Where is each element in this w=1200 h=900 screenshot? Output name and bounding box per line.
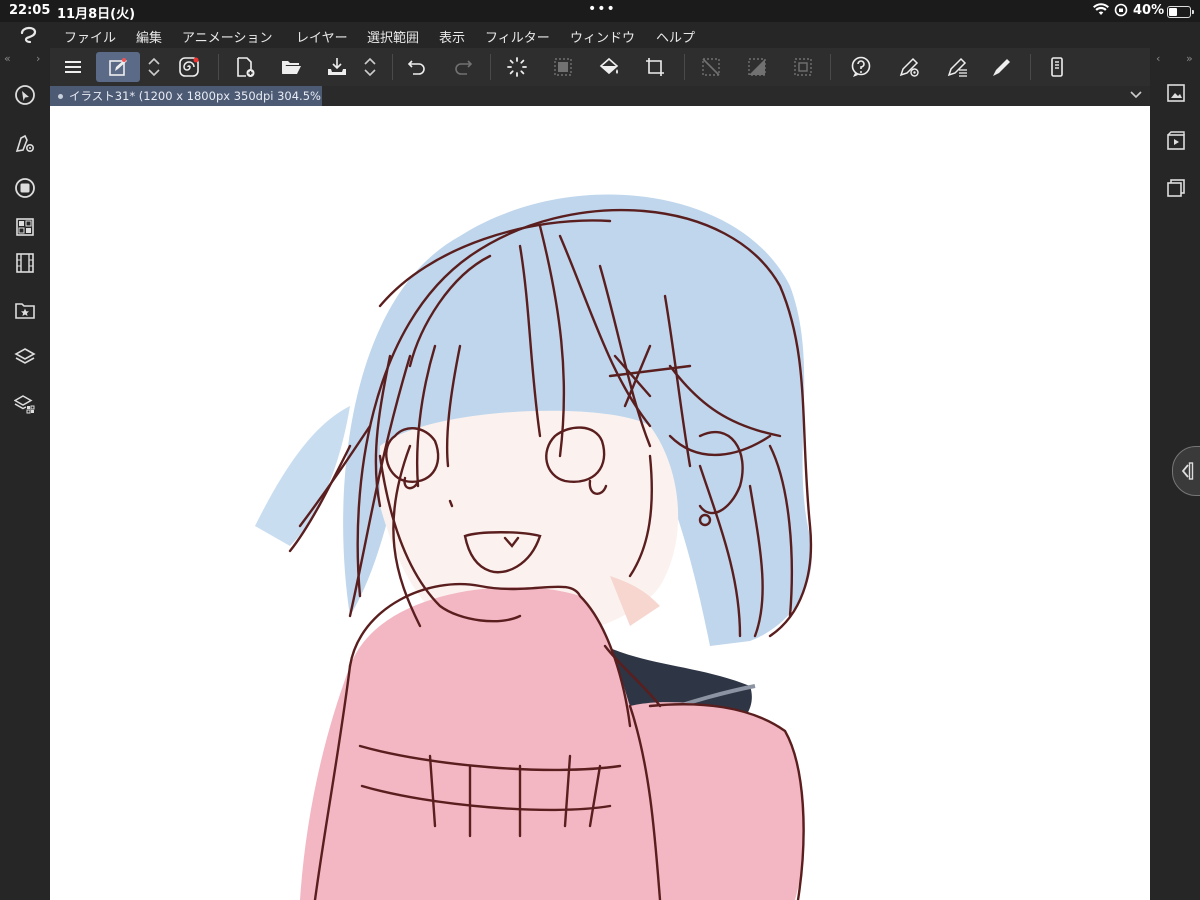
- battery-percent: 40%: [1133, 3, 1165, 18]
- pen-edit-icon[interactable]: [942, 52, 972, 82]
- menu-filter[interactable]: フィルター: [485, 27, 550, 46]
- expand-right-icon[interactable]: »: [1186, 52, 1193, 65]
- status-bar: 22:05 11月8日(火) ••• 40%: [0, 0, 1200, 22]
- menu-help[interactable]: ヘルプ: [656, 27, 695, 46]
- menu-view[interactable]: 表示: [439, 27, 465, 46]
- edit-tool-button[interactable]: [96, 52, 140, 82]
- document-tab-title: イラスト31* (1200 x 1800px 350dpi 304.5%): [69, 89, 322, 103]
- crop-icon[interactable]: [640, 52, 670, 82]
- chevron-down-icon[interactable]: [1128, 87, 1144, 103]
- animation-icon[interactable]: [1163, 128, 1189, 154]
- menu-icon[interactable]: [58, 52, 88, 82]
- expand-right-icon[interactable]: ›: [36, 52, 40, 65]
- layers-icon[interactable]: [12, 344, 38, 370]
- app-logo-icon[interactable]: [18, 24, 40, 46]
- swap-updown-icon[interactable]: [142, 52, 166, 82]
- fill-icon[interactable]: [594, 52, 624, 82]
- pen-settings-icon[interactable]: [894, 52, 924, 82]
- device-icon[interactable]: [1042, 52, 1072, 82]
- menu-edit[interactable]: 編集: [136, 27, 162, 46]
- collapse-left-icon[interactable]: «: [4, 52, 11, 65]
- rotation-lock-icon: [1114, 3, 1128, 21]
- open-folder-icon[interactable]: [276, 52, 306, 82]
- spiral-icon[interactable]: [174, 52, 204, 82]
- left-palette-bar: « ›: [0, 48, 50, 900]
- navigator-icon[interactable]: [12, 82, 38, 108]
- save-icon[interactable]: [322, 52, 352, 82]
- swap-updown-icon[interactable]: [358, 52, 382, 82]
- menu-bar: ファイル 編集 アニメーション レイヤー 選択範囲 表示 フィルター ウィンドウ…: [0, 22, 1200, 48]
- tool-settings-icon[interactable]: [12, 130, 38, 156]
- menu-window[interactable]: ウィンドウ: [570, 27, 635, 46]
- brush-icon[interactable]: [986, 52, 1016, 82]
- layer-property-icon[interactable]: [12, 391, 38, 417]
- illustration[interactable]: [50, 106, 1150, 900]
- drawing-canvas[interactable]: [50, 106, 1150, 900]
- undo-icon[interactable]: [402, 52, 432, 82]
- color-set-icon[interactable]: [12, 214, 38, 240]
- canvas-icon[interactable]: [1163, 80, 1189, 106]
- menu-layer[interactable]: レイヤー: [296, 27, 348, 46]
- new-canvas-icon[interactable]: [230, 52, 260, 82]
- color-circle-icon[interactable]: [12, 175, 38, 201]
- document-tab-bar: イラスト31* (1200 x 1800px 350dpi 304.5%): [50, 86, 1150, 106]
- deselect-icon[interactable]: [696, 52, 726, 82]
- menu-file[interactable]: ファイル: [64, 27, 116, 46]
- invert-selection-icon[interactable]: [742, 52, 772, 82]
- status-date: 11月8日(火): [57, 7, 136, 22]
- collapse-left-icon[interactable]: ‹: [1156, 52, 1160, 65]
- layer-stack-icon[interactable]: [1163, 175, 1189, 201]
- edit-tool-icon: [109, 58, 127, 76]
- wifi-icon: [1093, 3, 1109, 20]
- document-tab[interactable]: イラスト31* (1200 x 1800px 350dpi 304.5%): [50, 86, 322, 106]
- select-all-icon[interactable]: [548, 52, 578, 82]
- show-selection-icon[interactable]: [788, 52, 818, 82]
- loading-icon[interactable]: [502, 52, 532, 82]
- unsaved-dot-icon: [58, 94, 63, 99]
- materials-icon[interactable]: [12, 297, 38, 323]
- redo-icon[interactable]: [448, 52, 478, 82]
- status-time: 22:05: [9, 3, 51, 18]
- battery-icon: [1167, 6, 1194, 18]
- help-icon[interactable]: [846, 52, 876, 82]
- menu-animation[interactable]: アニメーション: [182, 27, 272, 46]
- timeline-icon[interactable]: [12, 250, 38, 276]
- chevron-left-icon: [1181, 462, 1194, 480]
- command-bar: [50, 48, 1150, 87]
- multitasking-dots-icon[interactable]: •••: [588, 1, 616, 17]
- menu-selection[interactable]: 選択範囲: [367, 27, 419, 46]
